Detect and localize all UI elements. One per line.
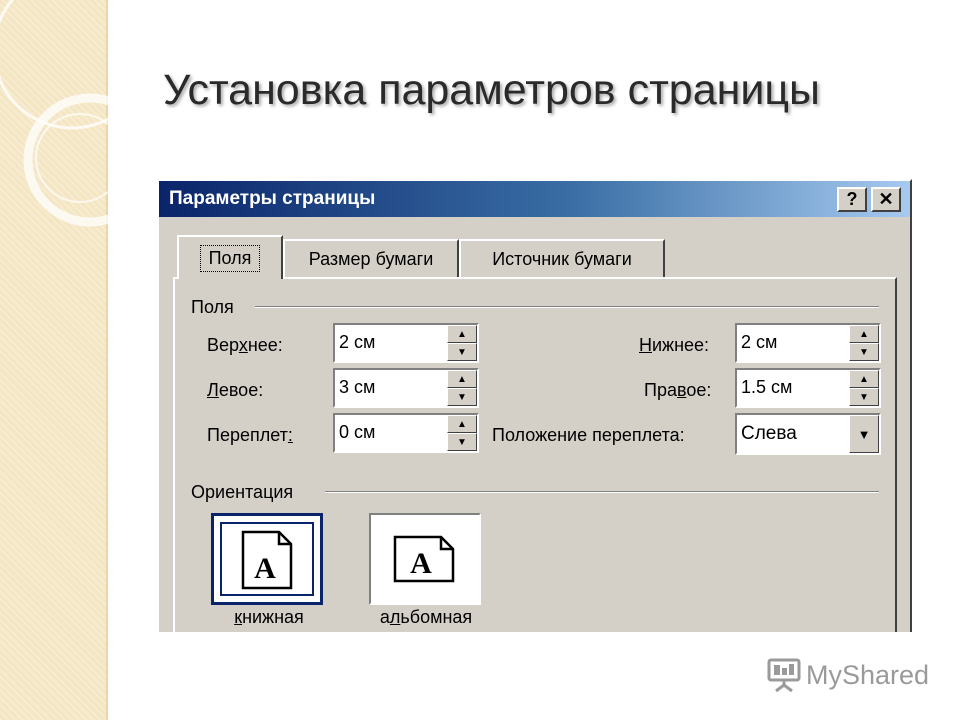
triangle-down-icon: ▼ — [457, 436, 467, 448]
tab-margins[interactable]: Поля — [177, 235, 283, 279]
margins-group-divider — [255, 306, 879, 308]
left-margin-increment-button[interactable]: ▲ — [447, 370, 477, 388]
gutter-value[interactable]: 0 см — [339, 422, 375, 443]
tab-paper-size[interactable]: Размер бумаги — [283, 239, 459, 277]
orientation-group-label: Ориентация — [191, 482, 294, 502]
triangle-up-icon: ▲ — [457, 418, 467, 430]
bottom-margin-spinner[interactable]: 2 см ▲ ▼ — [735, 323, 881, 363]
help-button[interactable]: ? — [837, 187, 867, 212]
left-margin-spinner[interactable]: 3 см ▲ ▼ — [333, 368, 479, 408]
top-margin-spinner[interactable]: 2 см ▲ ▼ — [333, 323, 479, 363]
close-icon: ✕ — [878, 189, 894, 209]
bottom-margin-decrement-button[interactable]: ▼ — [849, 343, 879, 361]
tab-margins-label: Поля — [199, 244, 261, 272]
right-margin-value[interactable]: 1.5 см — [741, 377, 792, 398]
triangle-down-icon: ▼ — [457, 391, 467, 403]
myshared-logo: MyShared — [766, 655, 929, 695]
gutter-spinner[interactable]: 0 см ▲ ▼ — [333, 413, 479, 453]
right-margin-decrement-button[interactable]: ▼ — [849, 388, 879, 406]
bottom-margin-increment-button[interactable]: ▲ — [849, 325, 879, 343]
dialog-titlebar[interactable]: Параметры страницы ? ✕ — [159, 181, 910, 217]
landscape-label[interactable]: альбомная — [367, 607, 485, 628]
right-margin-spinner[interactable]: 1.5 см ▲ ▼ — [735, 368, 881, 408]
triangle-up-icon: ▲ — [457, 328, 467, 340]
margins-group-label: Поля — [191, 297, 234, 317]
bottom-margin-value[interactable]: 2 см — [741, 332, 777, 353]
gutter-increment-button[interactable]: ▲ — [447, 415, 477, 433]
right-margin-increment-button[interactable]: ▲ — [849, 370, 879, 388]
portrait-orientation-button[interactable]: A — [211, 513, 323, 605]
chevron-down-icon: ▼ — [857, 426, 871, 442]
triangle-down-icon: ▼ — [457, 346, 467, 358]
top-margin-increment-button[interactable]: ▲ — [447, 325, 477, 343]
dialog-title: Параметры страницы — [169, 188, 376, 209]
orientation-group-divider — [325, 491, 879, 493]
landscape-orientation-button[interactable]: A — [369, 513, 481, 605]
portrait-page-icon: A — [241, 530, 293, 590]
page-setup-dialog: Параметры страницы ? ✕ Поля Размер бумаг… — [157, 179, 912, 632]
left-margin-label: Левое: — [207, 380, 264, 400]
gutter-position-select[interactable]: Слева ▼ — [735, 413, 881, 455]
triangle-up-icon: ▲ — [859, 328, 869, 340]
left-margin-decrement-button[interactable]: ▼ — [447, 388, 477, 406]
top-margin-decrement-button[interactable]: ▼ — [447, 343, 477, 361]
triangle-down-icon: ▼ — [859, 346, 869, 358]
gutter-position-label: Положение переплета: — [492, 425, 685, 445]
gutter-decrement-button[interactable]: ▼ — [447, 433, 477, 451]
projector-screen-icon — [767, 658, 801, 693]
landscape-page-icon: A — [393, 535, 455, 583]
triangle-down-icon: ▼ — [859, 391, 869, 403]
gutter-position-dropdown-button[interactable]: ▼ — [849, 415, 879, 453]
left-margin-value[interactable]: 3 см — [339, 377, 375, 398]
triangle-up-icon: ▲ — [457, 373, 467, 385]
svg-text:A: A — [410, 547, 432, 580]
question-mark-icon: ? — [846, 189, 858, 209]
tab-paper-source[interactable]: Источник бумаги — [459, 239, 665, 277]
top-margin-label: Верхнее: — [207, 335, 283, 355]
bottom-margin-label: Нижнее: — [639, 335, 710, 355]
triangle-up-icon: ▲ — [859, 373, 869, 385]
logo-text: MyShared — [806, 659, 930, 690]
close-button[interactable]: ✕ — [871, 187, 901, 212]
tab-paper-size-label: Размер бумаги — [308, 248, 434, 269]
gutter-position-value: Слева — [741, 423, 797, 444]
top-margin-value[interactable]: 2 см — [339, 332, 375, 353]
tab-paper-source-label: Источник бумаги — [492, 248, 632, 269]
slide-title: Установка параметров страницы — [163, 66, 820, 114]
gutter-label: Переплет: — [207, 425, 293, 445]
svg-text:A: A — [254, 552, 276, 585]
slide-decoration-circles — [0, 0, 110, 227]
right-margin-label: Правое: — [644, 380, 712, 400]
portrait-label[interactable]: книжная — [219, 607, 319, 628]
